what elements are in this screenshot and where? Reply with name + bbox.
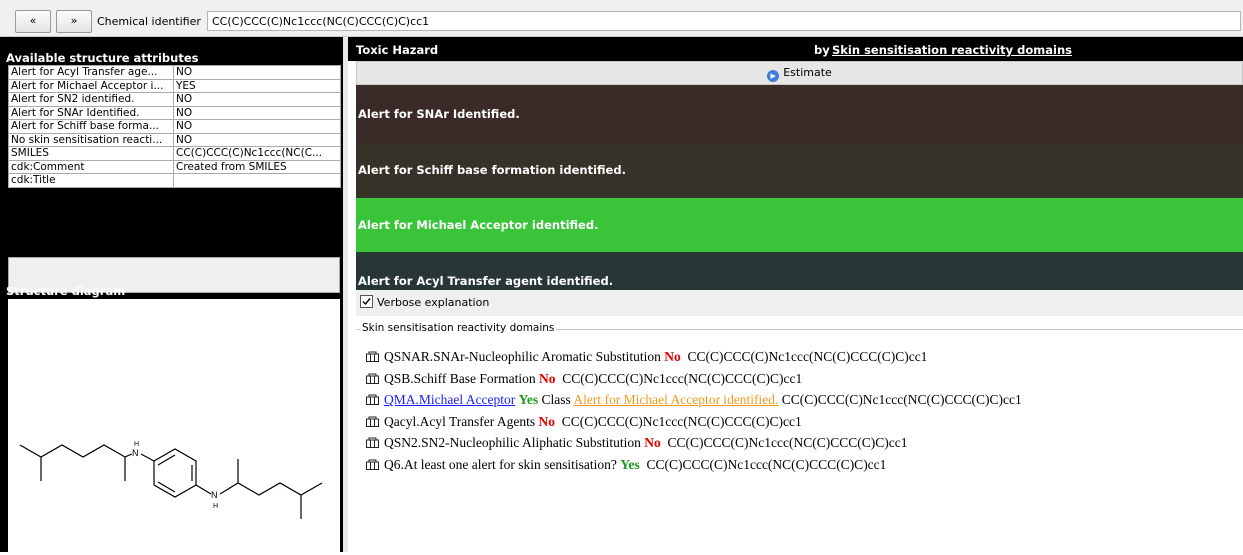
structure-diagram-title: Structure diagram (6, 284, 126, 298)
result-line: Qacyl.Acyl Transfer Agents No CC(C)CCC(C… (366, 411, 1022, 433)
result-line: Q6.At least one alert for skin sensitisa… (366, 454, 1022, 476)
chemical-identifier-label: Chemical identifier (97, 15, 201, 28)
attribute-row[interactable]: Alert for Acyl Transfer age... NO (8, 65, 341, 80)
attribute-value (173, 173, 341, 188)
attribute-row[interactable]: Alert for SNAr Identified. NO (8, 105, 341, 120)
node-icon (366, 347, 379, 362)
attribute-value: CC(C)CCC(C)Nc1ccc(NC(C... (173, 146, 341, 161)
left-panel: Available structure attributes Alert for… (0, 37, 343, 552)
result-smiles: CC(C)CCC(C)Nc1ccc(NC(C)CCC(C)C)cc1 (687, 349, 928, 364)
attribute-name: Alert for Michael Acceptor i... (8, 78, 174, 93)
attribute-row[interactable]: Alert for Michael Acceptor i... YES (8, 78, 341, 93)
svg-text:N: N (211, 490, 218, 500)
header-by: by (814, 43, 830, 57)
result-smiles: CC(C)CCC(C)Nc1ccc(NC(C)CCC(C)C)cc1 (561, 413, 802, 429)
attribute-name: SMILES (8, 146, 174, 161)
node-icon (366, 455, 379, 470)
result-name[interactable]: QMA.Michael Acceptor (384, 392, 515, 407)
chemical-identifier-input[interactable]: CC(C)CCC(C)Nc1ccc(NC(C)CCC(C)C)cc1 (207, 11, 1241, 31)
verbose-checkbox[interactable] (360, 295, 373, 308)
attribute-row[interactable]: Alert for SN2 identified. NO (8, 92, 341, 107)
atom-h-label-1: H (134, 441, 139, 448)
alert-text: Alert for SNAr Identified. (358, 107, 520, 121)
attribute-row[interactable]: SMILES CC(C)CCC(C)Nc1ccc(NC(C... (8, 146, 341, 161)
result-name: QSNAR.SNAr-Nucleophilic Aromatic Substit… (384, 349, 661, 364)
attribute-row[interactable]: cdk:Comment Created from SMILES (8, 159, 341, 174)
attribute-value: NO (173, 119, 341, 134)
attribute-name: Alert for SNAr Identified. (8, 105, 174, 120)
result-smiles: CC(C)CCC(C)Nc1ccc(NC(C)CCC(C)C)cc1 (781, 392, 1022, 407)
available-attributes-title: Available structure attributes (6, 51, 199, 65)
attribute-name: Alert for SN2 identified. (8, 92, 174, 107)
alert-bar: Alert for Acyl Transfer agent identified… (356, 252, 1243, 290)
alert-bar: Alert for Schiff base formation identifi… (356, 143, 1243, 198)
result-line: QMA.Michael Acceptor Yes Class Alert for… (366, 389, 1022, 411)
verbose-label: Verbose explanation (377, 296, 490, 309)
results-legend: Skin sensitisation reactivity domains (360, 322, 557, 334)
toxic-hazard-title: Toxic Hazard (356, 43, 439, 57)
node-icon (366, 433, 379, 448)
alert-text: Alert for Schiff base formation identifi… (358, 163, 626, 177)
toxic-hazard-header: Toxic Hazard by Skin sensitisation react… (348, 37, 1243, 61)
results-fieldset: Skin sensitisation reactivity domains QS… (356, 322, 1243, 552)
atom-h-label-2: H (213, 503, 218, 510)
result-smiles: CC(C)CCC(C)Nc1ccc(NC(C)CCC(C)C)cc1 (667, 435, 908, 450)
toolbar: « » Chemical identifier CC(C)CCC(C)Nc1cc… (0, 6, 1243, 37)
result-smiles: CC(C)CCC(C)Nc1ccc(NC(C)CCC(C)C)cc1 (562, 370, 803, 386)
alert-text: Alert for Michael Acceptor identified. (358, 218, 599, 232)
play-icon: ▶ (767, 70, 780, 82)
right-panel: Toxic Hazard by Skin sensitisation react… (348, 37, 1243, 552)
node-icon (366, 390, 379, 405)
attribute-name: cdk:Title (8, 173, 174, 188)
attribute-value: NO (173, 132, 341, 147)
attribute-name: Alert for Schiff base forma... (8, 119, 174, 134)
attribute-value: YES (173, 78, 341, 93)
attributes-table[interactable]: Alert for Acyl Transfer age... NO Alert fo… (8, 65, 341, 188)
result-class-label: Class (541, 392, 571, 407)
attribute-value: NO (173, 65, 341, 80)
result-line: QSNAR.SNAr-Nucleophilic Aromatic Substit… (366, 346, 1022, 368)
result-name: QSB.Schiff Base Formation (384, 370, 536, 386)
alert-bar: Alert for SNAr Identified. (356, 85, 1243, 143)
result-class-link[interactable]: Alert for Michael Acceptor identified. (573, 392, 778, 407)
estimate-button[interactable]: ▶ Estimate (356, 61, 1243, 85)
result-answer: No (538, 413, 555, 429)
result-answer: No (539, 370, 556, 386)
reactivity-domains-link[interactable]: Skin sensitisation reactivity domains (832, 43, 1072, 57)
result-smiles: CC(C)CCC(C)Nc1ccc(NC(C)CCC(C)C)cc1 (646, 456, 887, 472)
result-answer: Yes (620, 456, 640, 472)
attribute-name: No skin sensitisation reacti... (8, 132, 174, 147)
estimate-label: Estimate (783, 66, 832, 79)
molecule-drawing: N H N H (19, 441, 323, 519)
alert-bar: Alert for Michael Acceptor identified. (356, 198, 1243, 252)
result-answer: No (644, 435, 661, 450)
result-name: Qacyl.Acyl Transfer Agents (384, 413, 536, 429)
attribute-row[interactable]: No skin sensitisation reacti... NO (8, 132, 341, 147)
attribute-value: Created from SMILES (173, 159, 341, 174)
attribute-row[interactable]: Alert for Schiff base forma... NO (8, 119, 341, 134)
result-name: Q6.At least one alert for skin sensitisa… (384, 456, 617, 472)
alert-text: Alert for Acyl Transfer agent identified… (358, 274, 614, 288)
attribute-value: NO (173, 105, 341, 120)
attribute-name: Alert for Acyl Transfer age... (8, 65, 174, 80)
verbose-explanation-row: Verbose explanation (356, 290, 1243, 316)
check-icon (362, 298, 371, 306)
node-icon (366, 412, 379, 427)
attribute-name: cdk:Comment (8, 159, 174, 174)
result-name: QSN2.SN2-Nucleophilic Aliphatic Substitu… (384, 435, 641, 450)
node-icon (366, 369, 379, 384)
structure-diagram[interactable]: N H N H (8, 299, 340, 552)
forward-button[interactable]: » (56, 10, 92, 33)
result-answer: No (664, 349, 681, 364)
results-list: QSNAR.SNAr-Nucleophilic Aromatic Substit… (366, 346, 1022, 475)
back-button[interactable]: « (15, 10, 51, 33)
result-line: QSN2.SN2-Nucleophilic Aliphatic Substitu… (366, 432, 1022, 454)
attribute-value: NO (173, 92, 341, 107)
result-answer: Yes (518, 392, 539, 407)
svg-text:N: N (132, 448, 139, 458)
result-line: QSB.Schiff Base Formation No CC(C)CCC(C)… (366, 368, 1022, 390)
attribute-row[interactable]: cdk:Title (8, 173, 341, 188)
